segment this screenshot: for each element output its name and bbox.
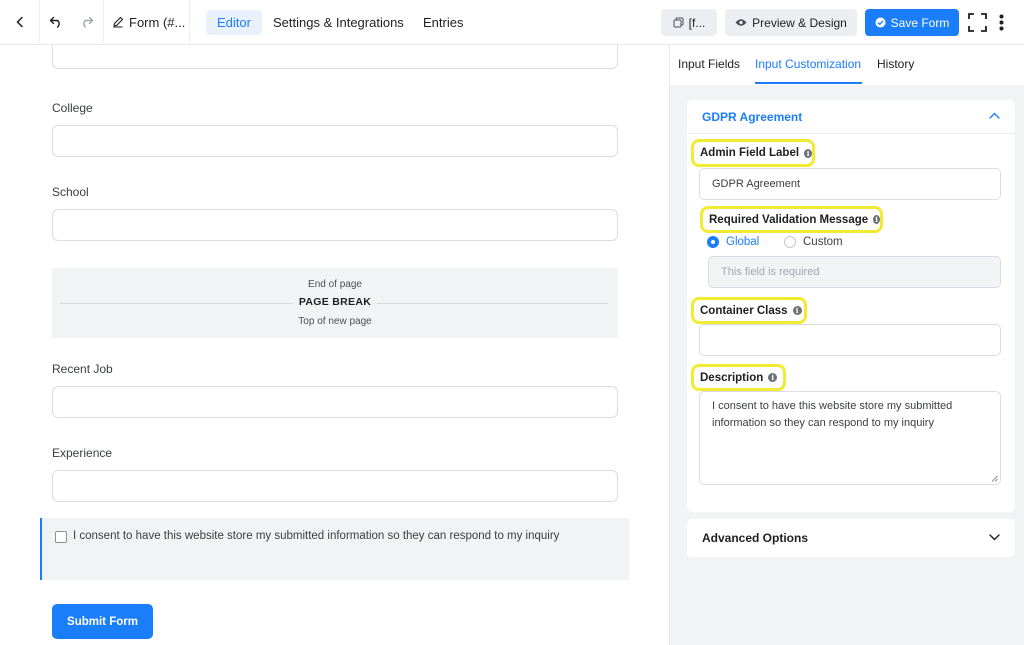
chevron-down-icon[interactable] — [989, 534, 1000, 541]
check-circle-icon — [875, 17, 886, 28]
radio-custom-label: Custom — [803, 236, 843, 248]
settings-panel: Input Fields Input Customization History… — [669, 45, 1024, 645]
page-break-block[interactable]: End of page PAGE BREAK Top of new page — [52, 268, 618, 338]
gdpr-settings-card: GDPR Agreement Admin Field Label i GDPR … — [687, 100, 1015, 512]
gdpr-agreement-field[interactable]: I consent to have this website store my … — [40, 518, 629, 580]
info-icon: i — [804, 148, 812, 158]
required-validation-heading: Required Validation Message i — [700, 206, 883, 233]
required-validation-text: Required Validation Message — [709, 213, 869, 226]
form-editor-canvas: College School End of page PAGE BREAK To… — [0, 45, 669, 645]
advanced-options-card[interactable]: Advanced Options — [687, 519, 1015, 557]
fullscreen-button[interactable] — [968, 13, 987, 32]
container-class-text: Container Class — [700, 304, 788, 317]
field-label-college: College — [52, 101, 93, 115]
field-label-recent-job: Recent Job — [52, 362, 113, 376]
radio-dot — [784, 236, 796, 248]
experience-input[interactable] — [52, 470, 618, 502]
top-toolbar: Form (#... Editor Settings & Integration… — [0, 0, 1024, 45]
chevron-up-icon[interactable] — [989, 112, 1000, 119]
tab-history[interactable]: History — [877, 57, 914, 71]
page-break-top-text: Top of new page — [298, 316, 372, 327]
save-form-label: Save Form — [890, 15, 950, 30]
recent-job-input[interactable] — [52, 386, 618, 418]
preview-design-button[interactable]: Preview & Design — [725, 9, 857, 36]
tab-settings-integrations[interactable]: Settings & Integrations — [273, 10, 404, 35]
chevron-left-icon — [15, 16, 23, 28]
page-break-title: PAGE BREAK — [292, 296, 378, 308]
radio-dot — [707, 236, 719, 248]
fullscreen-icon — [968, 13, 987, 32]
admin-field-label-input[interactable]: GDPR Agreement — [699, 168, 1001, 200]
tab-input-customization[interactable]: Input Customization — [755, 57, 861, 71]
description-textarea[interactable]: I consent to have this website store my … — [699, 391, 1001, 485]
college-input[interactable] — [52, 125, 618, 157]
container-class-heading: Container Class i — [691, 297, 807, 324]
form-title-text: Form (#... — [129, 14, 186, 30]
gdpr-checkbox[interactable] — [55, 531, 67, 543]
field-label-experience: Experience — [52, 446, 113, 460]
radio-custom[interactable]: Custom — [784, 236, 843, 248]
form-field-input[interactable] — [52, 45, 618, 69]
redo-icon — [83, 16, 94, 28]
shortcode-button[interactable]: [f... — [661, 9, 717, 36]
field-label-school: School — [52, 185, 89, 199]
school-input[interactable] — [52, 209, 618, 241]
edit-icon — [113, 16, 124, 28]
tab-input-fields[interactable]: Input Fields — [678, 57, 740, 71]
copy-icon — [673, 17, 684, 28]
description-value: I consent to have this website store my … — [712, 400, 953, 429]
container-class-input[interactable] — [699, 324, 1001, 356]
submit-form-button[interactable]: Submit Form — [52, 604, 153, 639]
tab-editor[interactable]: Editor — [206, 10, 262, 35]
admin-field-label-heading: Admin Field Label i — [691, 139, 815, 167]
section-title: GDPR Agreement — [702, 110, 803, 124]
eye-icon — [735, 19, 747, 26]
info-icon: i — [792, 306, 802, 315]
gdpr-consent-text: I consent to have this website store my … — [73, 530, 560, 542]
validation-message-input[interactable]: This field is required — [708, 256, 1001, 288]
shortcode-label: [f... — [688, 15, 706, 30]
more-options-button[interactable] — [999, 14, 1004, 31]
active-tab-indicator — [755, 82, 862, 84]
radio-global[interactable]: Global — [707, 236, 759, 248]
tab-entries[interactable]: Entries — [423, 10, 463, 35]
save-form-button[interactable]: Save Form — [865, 9, 959, 36]
back-button[interactable] — [0, 0, 40, 44]
radio-global-label: Global — [726, 236, 760, 248]
page-break-end-text: End of page — [308, 279, 362, 290]
preview-design-label: Preview & Design — [752, 15, 847, 30]
undo-icon — [49, 16, 60, 28]
resize-handle-icon[interactable] — [991, 475, 998, 482]
panel-tabs: Input Fields Input Customization History — [670, 45, 1024, 85]
undo-button[interactable] — [40, 0, 71, 44]
info-icon: i — [768, 373, 778, 382]
description-text: Description — [700, 371, 764, 384]
advanced-options-title: Advanced Options — [702, 531, 809, 545]
description-heading: Description i — [691, 364, 786, 391]
info-icon: i — [873, 215, 880, 224]
admin-field-label-text: Admin Field Label — [700, 147, 800, 159]
more-vertical-icon — [999, 14, 1004, 31]
form-title[interactable]: Form (#... — [104, 0, 190, 44]
card-divider — [687, 133, 1015, 134]
redo-button[interactable] — [71, 0, 104, 44]
